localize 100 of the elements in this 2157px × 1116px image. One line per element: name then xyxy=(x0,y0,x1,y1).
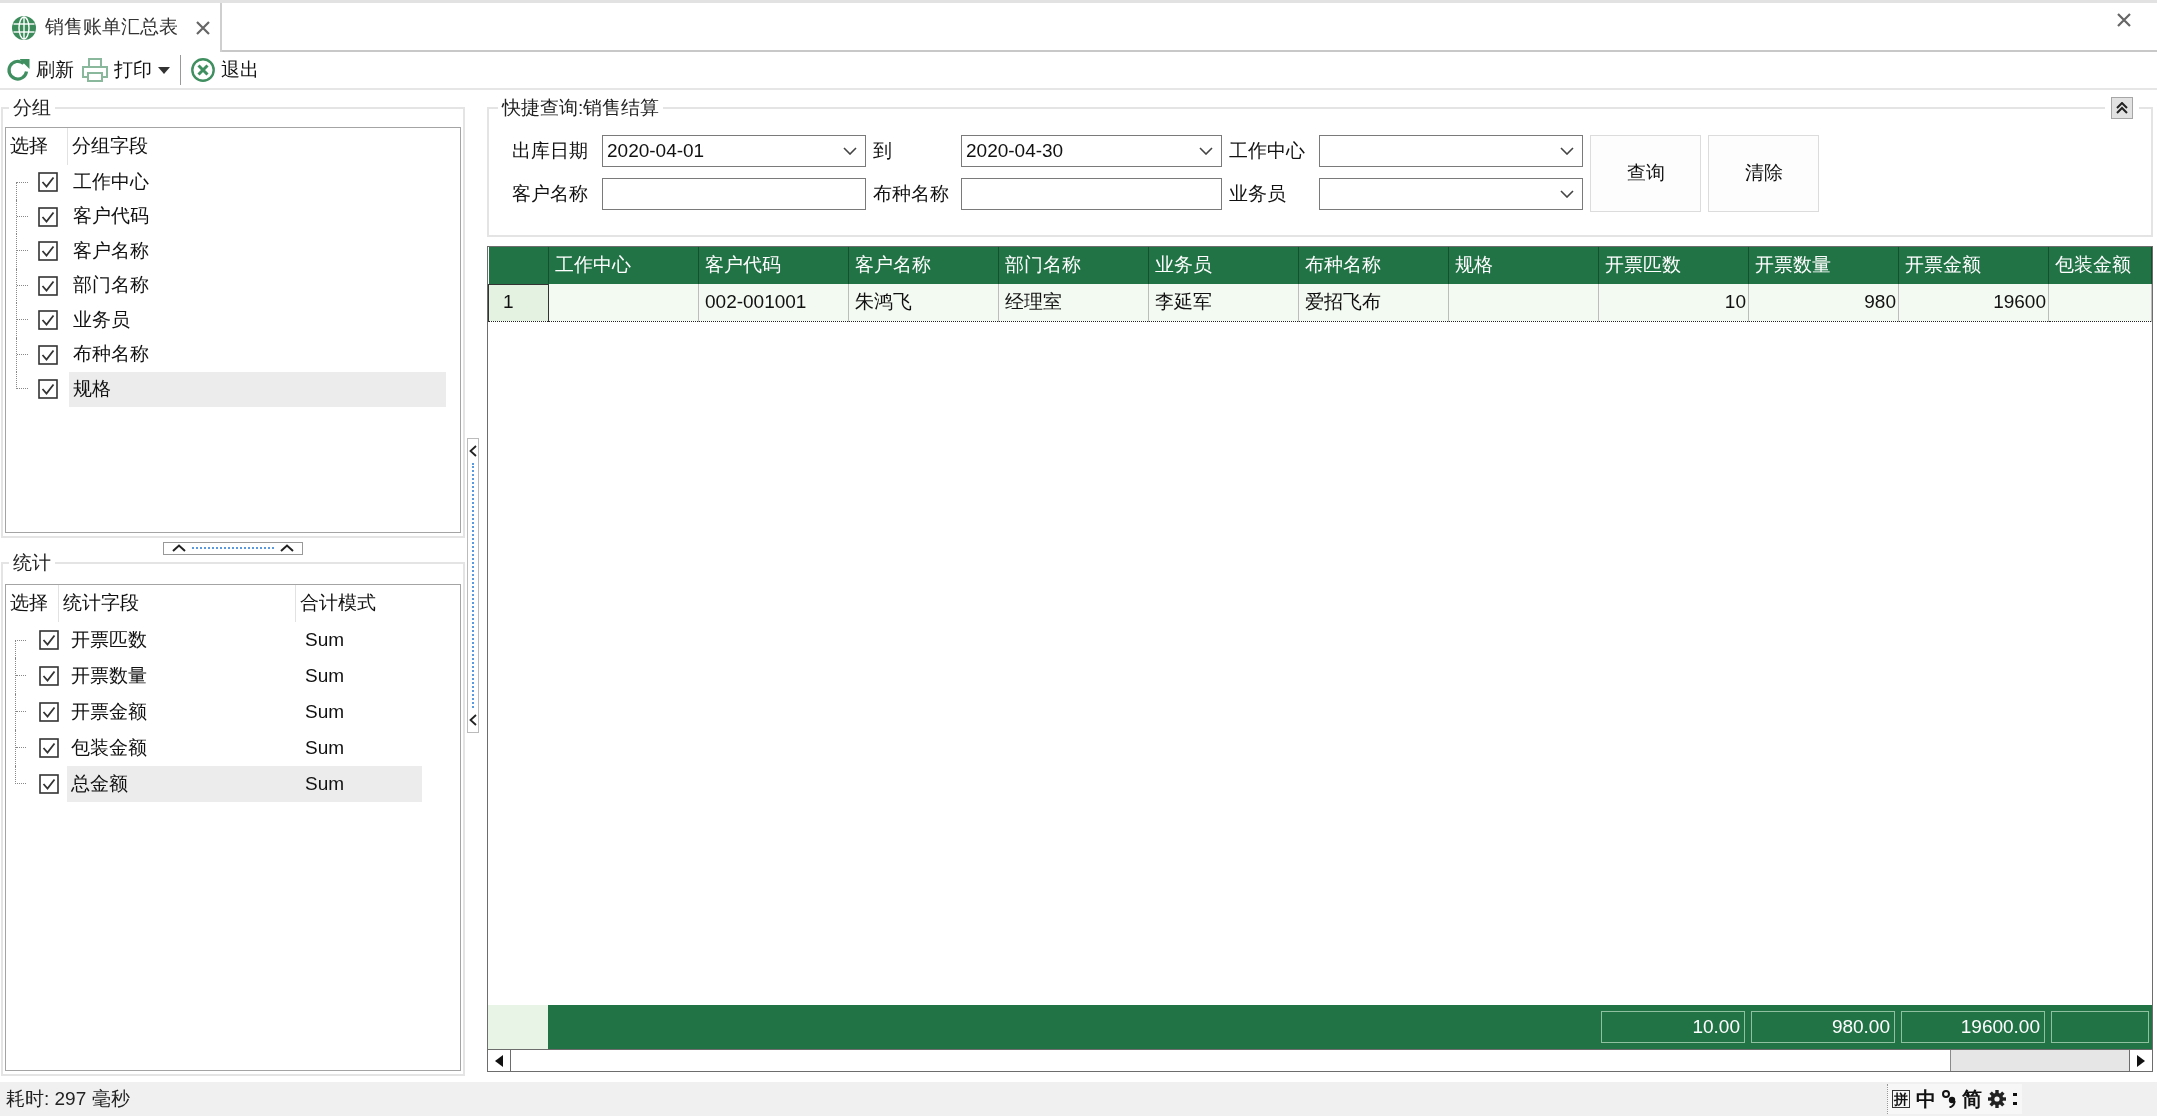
list-row[interactable]: 布种名称 xyxy=(69,337,446,372)
list-row[interactable]: 开票金额 Sum xyxy=(67,694,422,730)
sum-mode: Sum xyxy=(305,772,345,796)
column-header[interactable]: 工作中心 xyxy=(548,247,699,284)
total-cell: 980.00 xyxy=(1751,1011,1895,1043)
checkbox[interactable] xyxy=(39,702,59,722)
vertical-dots-icon[interactable] xyxy=(2012,1091,2018,1107)
field-label: 工作中心 xyxy=(1229,138,1306,163)
field-name: 规格 xyxy=(72,377,111,401)
list-row[interactable]: 客户代码 xyxy=(69,199,446,234)
checkbox[interactable] xyxy=(39,630,59,650)
action-button[interactable]: 查询 xyxy=(1590,135,1701,212)
field-name: 部门名称 xyxy=(72,274,149,298)
field-name: 布种名称 xyxy=(72,343,149,367)
tree-line xyxy=(15,694,26,730)
chevron-down-icon xyxy=(1560,147,1574,155)
text-field[interactable] xyxy=(961,178,1222,210)
gear-icon[interactable] xyxy=(1988,1090,2006,1108)
table-cell: 19600 xyxy=(1898,284,2049,321)
triangle-right-icon xyxy=(2137,1054,2145,1067)
field-label: 业务员 xyxy=(1229,181,1287,206)
print-button[interactable]: 打印 xyxy=(78,53,174,87)
list-row[interactable]: 总金额 Sum xyxy=(67,766,422,802)
checkbox[interactable] xyxy=(38,172,58,193)
table-cell: 朱鸿飞 xyxy=(848,284,999,321)
column-header[interactable]: 开票金额 xyxy=(1898,247,2049,284)
column-header[interactable]: 开票匹数 xyxy=(1598,247,1749,284)
checkbox[interactable] xyxy=(39,738,59,758)
input-mode-label[interactable]: 拼 xyxy=(1892,1090,1910,1108)
panel-title: 分组 xyxy=(9,96,55,120)
dropdown-field[interactable] xyxy=(1319,178,1583,210)
collapse-button[interactable] xyxy=(2111,97,2133,119)
splitter-handle[interactable] xyxy=(467,438,479,733)
list-row[interactable]: 工作中心 xyxy=(69,165,446,200)
panel-title: 快捷查询:销售结算 xyxy=(498,96,664,120)
list-row[interactable]: 业务员 xyxy=(69,303,446,338)
chevron-up-icon xyxy=(172,544,186,552)
checkbox[interactable] xyxy=(39,774,59,794)
footer-corner xyxy=(488,1005,548,1049)
chevron-down-icon xyxy=(1199,147,1213,155)
refresh-button[interactable]: 刷新 xyxy=(2,53,78,87)
x-circle-icon xyxy=(191,58,215,82)
checkbox[interactable] xyxy=(38,206,58,227)
column-header[interactable]: 规格 xyxy=(1448,247,1599,284)
checkbox[interactable] xyxy=(38,379,58,400)
column-header[interactable]: 包装金额 xyxy=(2048,247,2152,284)
list-row[interactable]: 开票数量 Sum xyxy=(67,658,422,694)
refresh-icon xyxy=(6,58,30,82)
checkbox[interactable] xyxy=(39,666,59,686)
column-header[interactable]: 业务员 xyxy=(1148,247,1299,284)
total-cell: 19600.00 xyxy=(1901,1011,2045,1043)
ime-label[interactable]: 中 xyxy=(1916,1087,1936,1111)
column-header[interactable]: 部门名称 xyxy=(998,247,1149,284)
header-corner xyxy=(488,247,549,284)
table-cell: 爱招飞布 xyxy=(1298,284,1449,321)
column-header[interactable]: 布种名称 xyxy=(1298,247,1449,284)
column-header[interactable]: 客户代码 xyxy=(698,247,849,284)
field-label: 布种名称 xyxy=(873,181,950,206)
chevron-left-icon xyxy=(469,445,477,457)
column-header[interactable]: 客户名称 xyxy=(848,247,999,284)
close-icon[interactable] xyxy=(2117,13,2131,27)
field-label: 客户名称 xyxy=(512,181,589,206)
sum-mode: Sum xyxy=(305,664,345,688)
table-cell: 980 xyxy=(1748,284,1899,321)
action-button[interactable]: 清除 xyxy=(1708,135,1819,212)
ime-label[interactable]: 简 xyxy=(1962,1087,1982,1111)
tree-line xyxy=(16,303,28,338)
chevron-down-icon xyxy=(843,147,857,155)
checkbox[interactable] xyxy=(38,275,58,296)
field-label: 出库日期 xyxy=(512,138,589,163)
dropdown-field[interactable] xyxy=(1319,135,1583,167)
table-cell: 10 xyxy=(1598,284,1749,321)
list-row[interactable]: 规格 xyxy=(69,372,446,407)
column-header[interactable]: 开票数量 xyxy=(1748,247,1899,284)
dropdown-field[interactable]: 2020-04-01 xyxy=(602,135,866,167)
triangle-left-icon xyxy=(495,1054,503,1067)
field-name: 工作中心 xyxy=(72,170,149,194)
sum-mode: Sum xyxy=(305,628,345,652)
text-field[interactable] xyxy=(602,178,866,210)
list-row[interactable]: 包装金额 Sum xyxy=(67,730,422,766)
list-row[interactable]: 开票匹数 Sum xyxy=(67,622,422,658)
dropdown-field[interactable]: 2020-04-30 xyxy=(961,135,1222,167)
sum-mode: Sum xyxy=(305,700,345,724)
column-header: 选择 xyxy=(6,585,59,622)
splitter-handle[interactable] xyxy=(163,541,303,555)
list-row[interactable]: 部门名称 xyxy=(69,268,446,303)
column-header: 统计字段 xyxy=(59,585,296,622)
tree-line xyxy=(16,268,28,303)
checkbox[interactable] xyxy=(38,310,58,331)
sum-mode: Sum xyxy=(305,736,345,760)
exit-button[interactable]: 退出 xyxy=(187,53,263,87)
globe-icon xyxy=(12,15,36,40)
checkbox[interactable] xyxy=(38,241,58,262)
list-row[interactable]: 客户名称 xyxy=(69,234,446,269)
table-cell: 002-001001 xyxy=(698,284,849,321)
close-icon[interactable] xyxy=(196,20,210,35)
caret-icon xyxy=(158,66,170,74)
checkbox[interactable] xyxy=(38,344,58,365)
punctuation-icon[interactable] xyxy=(1942,1090,1956,1108)
table-row[interactable]: 1 002-001001 朱鸿飞 经理室 李延军 爱招飞布 10 980 19600 xyxy=(488,284,2152,321)
